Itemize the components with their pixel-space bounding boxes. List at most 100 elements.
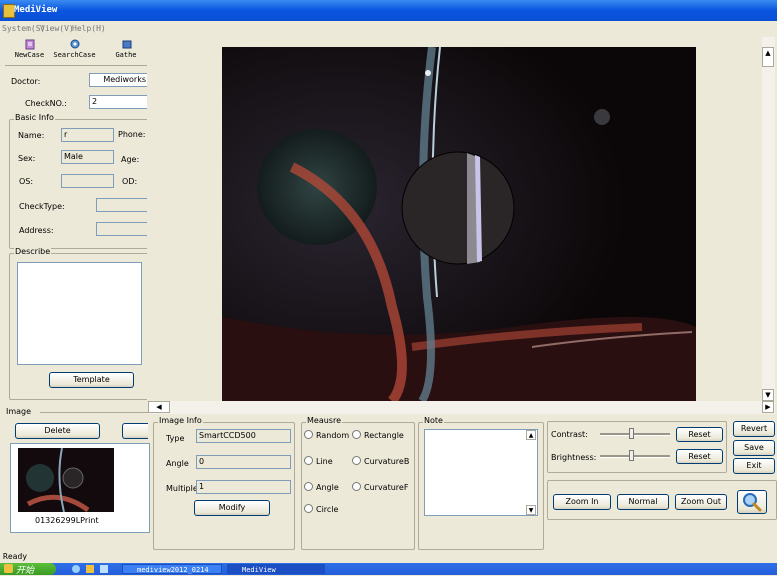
brightness-reset-button[interactable]: Reset	[676, 449, 723, 464]
windows-logo-icon	[4, 564, 13, 573]
save-button[interactable]: Save	[733, 440, 775, 456]
name-field[interactable]: r	[61, 128, 114, 142]
exit-button[interactable]: Exit	[733, 458, 775, 474]
delete-button[interactable]: Delete	[15, 423, 100, 439]
os-label: OS:	[19, 177, 34, 186]
thumbnail-list[interactable]: 01326299LPrint	[10, 443, 150, 533]
menu-system[interactable]: System(S)	[2, 24, 45, 33]
new-case-icon	[25, 39, 34, 50]
name-label: Name:	[18, 131, 45, 140]
search-case-button[interactable]: SearchCase	[52, 37, 97, 65]
contrast-thumb[interactable]	[629, 428, 634, 439]
search-case-label: SearchCase	[53, 51, 96, 59]
gather-button[interactable]: Gathe	[105, 37, 147, 65]
quicklaunch-desktop-icon[interactable]	[100, 565, 108, 573]
brightness-thumb[interactable]	[629, 450, 634, 461]
brightness-slider[interactable]	[600, 449, 670, 463]
checkno-field[interactable]: 2	[89, 95, 147, 109]
toolbar: NewCase SearchCase Gathe	[5, 37, 147, 66]
zoom-in-button[interactable]: Zoom In	[553, 494, 611, 510]
note-textarea[interactable]: ▲ ▼	[424, 429, 538, 516]
image-divider	[40, 412, 148, 413]
type-label: Type	[166, 434, 185, 443]
taskbar: 开始 mediview2012_0214 MediView	[0, 563, 777, 576]
radio-angle[interactable]: Angle	[304, 482, 339, 492]
multiple-field[interactable]: 1	[196, 480, 291, 494]
radio-line[interactable]: Line	[304, 456, 333, 466]
vertical-scrollbar[interactable]: ▲ ▼	[762, 37, 775, 401]
phone-label: Phone:	[118, 130, 146, 139]
status-text: Ready	[3, 552, 28, 561]
radio-curvaturef-circle	[352, 482, 361, 491]
image-section-title: Image	[6, 407, 32, 416]
contrast-track	[600, 433, 670, 436]
sex-label: Sex:	[18, 154, 36, 163]
start-button[interactable]: 开始	[0, 563, 56, 576]
print-button[interactable]	[122, 423, 148, 439]
contrast-reset-button[interactable]: Reset	[676, 427, 723, 442]
radio-curvaturef[interactable]: CurvatureF	[352, 482, 408, 492]
angle-field[interactable]: 0	[196, 455, 291, 469]
basic-info-title: Basic Info	[14, 113, 55, 122]
contrast-label: Contrast:	[551, 430, 588, 439]
describe-title: Describe	[14, 247, 52, 256]
address-field[interactable]	[96, 222, 147, 236]
horizontal-scrollbar[interactable]: ◀ ▶	[148, 401, 775, 414]
image-thumbnail[interactable]	[18, 448, 114, 512]
radio-circle[interactable]: Circle	[304, 504, 338, 514]
describe-textarea[interactable]	[17, 262, 142, 365]
scroll-left-button[interactable]: ◀	[148, 401, 170, 413]
radio-curvatureb[interactable]: CurvatureB	[352, 456, 409, 466]
address-label: Address:	[19, 226, 54, 235]
od-label: OD:	[122, 177, 138, 186]
magnifier-button[interactable]	[737, 490, 767, 514]
start-label: 开始	[16, 566, 35, 576]
template-button[interactable]: Template	[49, 372, 134, 388]
angle-label: Angle	[166, 459, 189, 468]
quicklaunch-folder-icon[interactable]	[86, 565, 94, 573]
revert-button[interactable]: Revert	[733, 421, 775, 437]
window-title: MediView	[14, 5, 58, 15]
eye-image	[222, 47, 696, 401]
scroll-down-button[interactable]: ▼	[762, 389, 774, 401]
radio-rectangle[interactable]: Rectangle	[352, 430, 404, 440]
thumbnail-caption: 01326299LPrint	[35, 516, 99, 525]
quicklaunch-ie-icon[interactable]	[72, 565, 80, 573]
note-scroll-down[interactable]: ▼	[526, 505, 536, 515]
gather-icon	[122, 40, 132, 49]
sex-field[interactable]: Male	[61, 150, 114, 164]
doctor-field[interactable]: Mediworks	[89, 73, 147, 87]
type-field[interactable]: SmartCCD500	[196, 429, 291, 443]
status-bar: Ready	[0, 551, 777, 563]
new-case-button[interactable]: NewCase	[7, 37, 52, 65]
checkno-label: CheckNO.:	[25, 99, 67, 108]
measure-title: Meausre	[306, 416, 342, 425]
multiple-label: Multiple	[166, 484, 198, 493]
radio-curvatureb-circle	[352, 456, 361, 465]
task-mediview[interactable]: MediView	[227, 564, 325, 574]
zoom-out-button[interactable]: Zoom Out	[675, 494, 727, 510]
note-scroll-up[interactable]: ▲	[526, 430, 536, 440]
image-viewer[interactable]	[222, 47, 696, 401]
modify-button[interactable]: Modify	[194, 500, 270, 516]
radio-line-circle	[304, 456, 313, 465]
menu-help[interactable]: Help(H)	[72, 24, 106, 33]
scroll-right-button[interactable]: ▶	[762, 401, 774, 413]
radio-rectangle-circle	[352, 430, 361, 439]
doctor-label: Doctor:	[11, 77, 41, 86]
normal-button[interactable]: Normal	[617, 494, 669, 510]
brightness-label: Brightness:	[551, 453, 597, 462]
os-field[interactable]	[61, 174, 114, 188]
scroll-up-button[interactable]: ▲	[762, 47, 774, 67]
magnifier-icon	[743, 493, 762, 512]
checktype-field[interactable]	[96, 198, 147, 212]
checktype-label: CheckType:	[19, 202, 65, 211]
new-case-label: NewCase	[14, 51, 45, 59]
search-case-icon	[70, 39, 79, 49]
radio-random[interactable]: Random	[304, 430, 349, 440]
gather-label: Gathe	[115, 51, 137, 59]
contrast-slider[interactable]	[600, 427, 670, 441]
age-label: Age:	[121, 155, 140, 164]
menu-view[interactable]: View(V)	[40, 24, 74, 33]
task-folder[interactable]: mediview2012_0214	[122, 564, 222, 574]
